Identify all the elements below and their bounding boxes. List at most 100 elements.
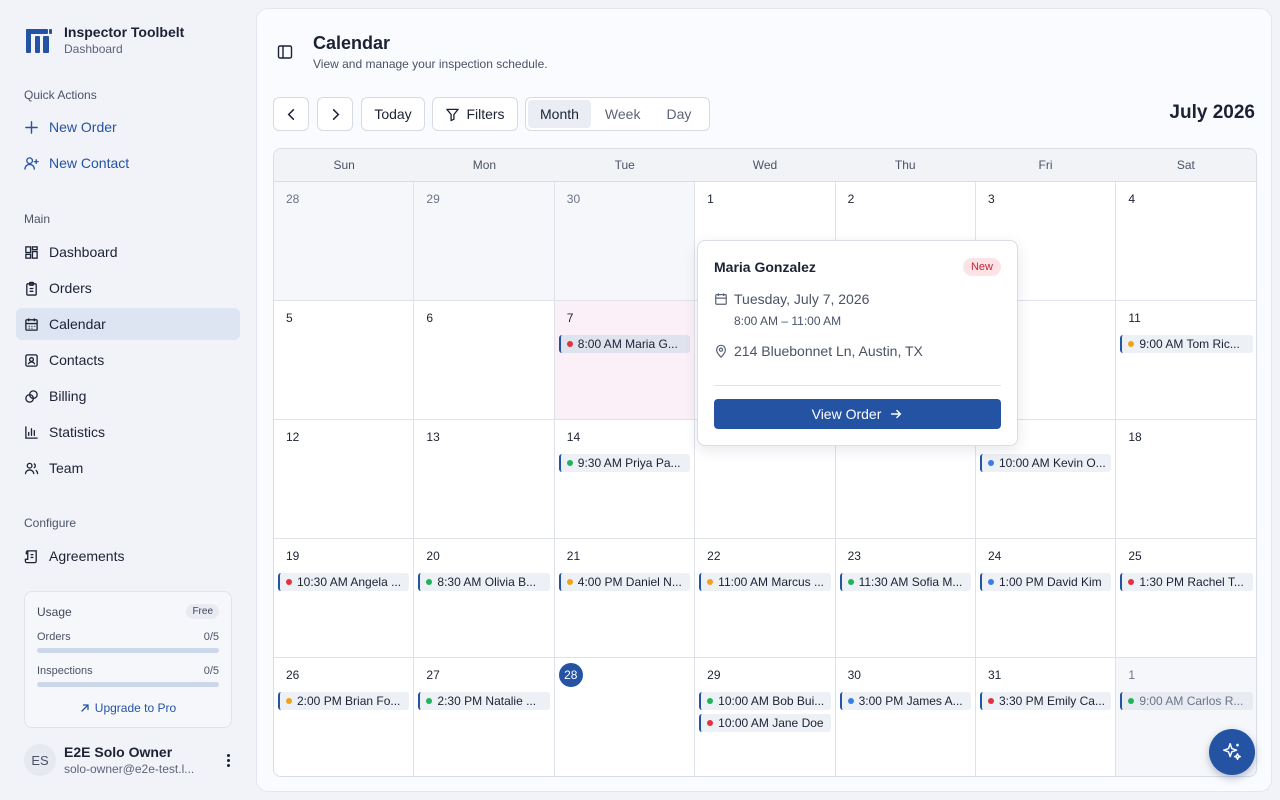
day-cell[interactable]: 30 3:00 PM James A... [835, 658, 976, 776]
calendar-event[interactable]: 1:30 PM Rachel T... [1120, 573, 1253, 591]
filters-button[interactable]: Filters [432, 97, 518, 131]
user-profile[interactable]: ES E2E Solo Owner solo-owner@e2e-test.l.… [24, 744, 236, 776]
calendar-event[interactable]: 2:30 PM Natalie ... [418, 692, 550, 710]
day-cell[interactable]: 29 10:00 AM Bob Bui... 10:00 AM Jane Doe [695, 658, 836, 776]
event-label: 8:30 AM Olivia B... [437, 575, 537, 589]
map-pin-icon [716, 344, 726, 358]
event-date-row: Tuesday, July 7, 2026 [714, 291, 869, 307]
day-cell[interactable]: 26 2:00 PM Brian Fo... [274, 658, 415, 776]
inspections-usage-bar [37, 682, 219, 687]
day-number: 31 [987, 668, 1002, 682]
view-order-button[interactable]: View Order [714, 399, 1001, 429]
sidebar-toggle-icon[interactable] [277, 44, 293, 60]
day-events: 2:00 PM Brian Fo... [278, 692, 410, 710]
status-badge: New [962, 258, 1001, 276]
day-cell[interactable]: 28 [554, 658, 696, 776]
day-cell[interactable]: 27 2:30 PM Natalie ... [414, 658, 555, 776]
day-cell[interactable]: 22 11:00 AM Marcus ... [695, 539, 836, 658]
event-status-dot [707, 698, 714, 704]
sidebar-item-agreements[interactable]: Agreements [16, 540, 240, 572]
user-name: E2E Solo Owner [64, 744, 173, 760]
day-cell[interactable]: 14 9:30 AM Priya Pa... [554, 420, 696, 539]
day-events: 2:30 PM Natalie ... [418, 692, 550, 710]
day-cell[interactable]: 18 [1116, 420, 1256, 539]
coins-icon [25, 389, 38, 403]
day-number: 30 [847, 668, 861, 682]
inspector-toolbelt-logo-icon [26, 29, 52, 53]
calendar-event[interactable]: 3:30 PM Emily Ca... [979, 692, 1112, 710]
orders-usage-bar [37, 648, 219, 653]
more-vertical-icon[interactable] [220, 752, 236, 768]
next-month-button[interactable] [317, 97, 353, 131]
day-cell[interactable]: 25 1:30 PM Rachel T... [1116, 539, 1256, 658]
filters-label: Filters [466, 106, 505, 122]
sidebar-item-calendar[interactable]: Calendar [16, 308, 240, 340]
calendar-event[interactable]: 3:00 PM James A... [839, 692, 971, 710]
day-cell[interactable]: 21 4:00 PM Daniel N... [554, 539, 696, 658]
calendar-event[interactable]: 9:30 AM Priya Pa... [558, 454, 691, 472]
day-cell[interactable]: 5 [274, 301, 415, 420]
day-cell[interactable]: 12 [274, 420, 415, 539]
calendar-event[interactable]: 10:00 AM Jane Doe [699, 714, 831, 732]
calendar-event[interactable]: 10:30 AM Angela ... [278, 573, 410, 591]
day-cell[interactable]: 31 3:30 PM Emily Ca... [975, 658, 1117, 776]
orders-usage-label: Orders [37, 631, 71, 643]
event-status-dot [987, 460, 994, 466]
calendar-event[interactable]: 10:00 AM Kevin O... [979, 454, 1112, 472]
day-number: 3 [987, 192, 995, 206]
calendar-event[interactable]: 8:00 AM Maria G... [558, 335, 691, 353]
event-label: 3:00 PM James A... [858, 694, 963, 708]
sidebar-item-contacts[interactable]: Contacts [16, 344, 240, 376]
day-events: 10:00 AM Kevin O... [979, 454, 1112, 472]
view-day-button[interactable]: Day [654, 100, 703, 128]
day-cell[interactable]: 29 [414, 182, 555, 301]
event-status-dot [707, 579, 714, 585]
calendar-event[interactable]: 8:30 AM Olivia B... [418, 573, 550, 591]
event-label: 8:00 AM Maria G... [577, 337, 678, 351]
calendar-event[interactable]: 11:30 AM Sofia M... [839, 573, 971, 591]
day-cell[interactable]: 11 9:00 AM Tom Ric... [1116, 301, 1256, 420]
calendar-event[interactable]: 1:00 PM David Kim [979, 573, 1112, 591]
weekday-label: Sat [1176, 158, 1195, 172]
view-week-button[interactable]: Week [593, 100, 653, 128]
calendar-event[interactable]: 4:00 PM Daniel N... [558, 573, 691, 591]
day-cell[interactable]: 19 10:30 AM Angela ... [274, 539, 415, 658]
day-events: 10:30 AM Angela ... [278, 573, 410, 591]
day-number: 29 [707, 668, 721, 682]
plan-badge: Free [186, 604, 219, 619]
previous-month-button[interactable] [273, 97, 309, 131]
day-cell[interactable]: 4 [1116, 182, 1256, 301]
day-number: 23 [847, 549, 861, 563]
calendar-event[interactable]: 9:00 AM Carlos R... [1120, 692, 1253, 710]
brand[interactable]: Inspector Toolbelt Dashboard [24, 24, 184, 56]
day-number: 21 [566, 549, 581, 563]
event-status-dot [566, 579, 573, 585]
calendar-event[interactable]: 2:00 PM Brian Fo... [278, 692, 410, 710]
day-cell[interactable]: 20 8:30 AM Olivia B... [414, 539, 555, 658]
new-order-button[interactable]: New Order [24, 119, 117, 135]
calendar-event[interactable]: 9:00 AM Tom Ric... [1120, 335, 1253, 353]
sidebar-item-statistics[interactable]: Statistics [16, 416, 240, 448]
day-cell[interactable]: 13 [414, 420, 555, 539]
calendar-event[interactable]: 11:00 AM Marcus ... [699, 573, 831, 591]
event-client-name: Maria Gonzalez [714, 259, 816, 275]
view-month-button[interactable]: Month [528, 100, 591, 128]
new-contact-button[interactable]: New Contact [24, 155, 129, 171]
today-button[interactable]: Today [361, 97, 425, 131]
day-cell[interactable]: 28 [274, 182, 415, 301]
upgrade-to-pro-link[interactable]: Upgrade to Pro [37, 701, 219, 715]
day-cell[interactable]: 23 11:30 AM Sofia M... [835, 539, 976, 658]
sidebar-item-team[interactable]: Team [16, 452, 240, 484]
sidebar-item-dashboard[interactable]: Dashboard [16, 236, 240, 268]
sidebar-item-label: Statistics [49, 424, 106, 440]
calendar-event[interactable]: 10:00 AM Bob Bui... [699, 692, 831, 710]
day-cell[interactable]: 7 8:00 AM Maria G... [554, 301, 696, 420]
ai-assistant-button[interactable] [1209, 729, 1255, 775]
today-day-number: 28 [558, 663, 583, 687]
day-number: 4 [1128, 192, 1136, 206]
day-cell[interactable]: 24 1:00 PM David Kim [975, 539, 1117, 658]
sidebar-item-orders[interactable]: Orders [16, 272, 240, 304]
day-cell[interactable]: 30 [554, 182, 696, 301]
day-cell[interactable]: 6 [414, 301, 555, 420]
sidebar-item-billing[interactable]: Billing [16, 380, 240, 412]
